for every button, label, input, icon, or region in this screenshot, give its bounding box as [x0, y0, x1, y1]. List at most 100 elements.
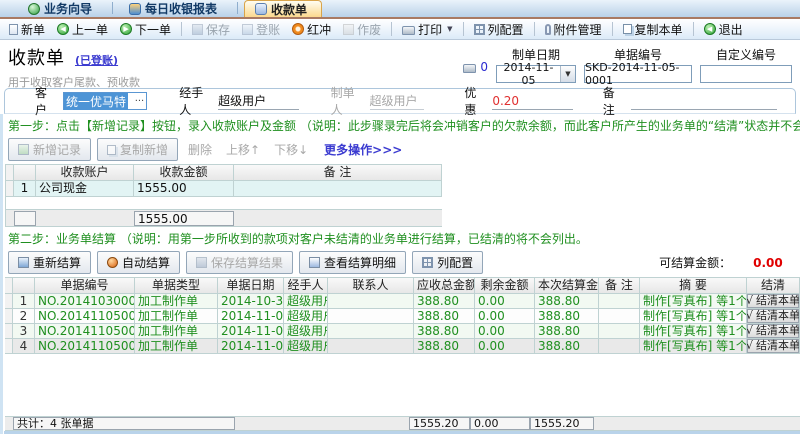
settle-amount-cell[interactable]: 388.80	[535, 339, 599, 354]
posted-status-link[interactable]: (已登账)	[75, 52, 118, 68]
tab-label: 收款单	[271, 2, 308, 17]
clear-cell: √ 结清本单	[747, 339, 800, 354]
remaining-cell: 0.00	[475, 309, 535, 324]
new-doc-button[interactable]: 新单	[4, 20, 50, 39]
toolbar-separator	[181, 22, 183, 36]
print-count-button[interactable]: 0	[463, 60, 488, 74]
custom-number-field[interactable]	[700, 65, 792, 83]
table-row[interactable]: 2 NO.201411050001 加工制作单 2014-11-05 超级用户 …	[5, 309, 800, 324]
save-icon	[196, 257, 208, 268]
auto-settle-button[interactable]: 自动结算	[97, 251, 181, 274]
tab-daily-cash-report[interactable]: 每日收银报表	[119, 0, 231, 17]
grid-icon	[473, 23, 485, 35]
customer-field[interactable]: 统一优马特 ···	[62, 92, 148, 110]
settle-amount-cell[interactable]: 388.80	[535, 309, 599, 324]
recalculate-button[interactable]: 重新结算	[8, 251, 92, 274]
globe-icon	[28, 2, 40, 15]
exit-button[interactable]: ◀ 退出	[699, 20, 748, 39]
post-ledger-button[interactable]: 登账	[237, 20, 285, 39]
table-row[interactable]: 4 NO.201411050003 加工制作单 2014-11-05 超级用户 …	[5, 339, 800, 354]
delete-button[interactable]: 删除	[184, 139, 216, 160]
settle-clear-button[interactable]: √ 结清本单	[747, 309, 799, 323]
save-settlement-button[interactable]: 保存结算结果	[186, 251, 294, 274]
copy-add-button[interactable]: 复制新增	[97, 138, 179, 161]
toolbar-separator	[533, 22, 535, 36]
remark-header: 备 注	[599, 278, 640, 294]
post-ledger-label: 登账	[256, 22, 281, 37]
settle-amount-cell[interactable]: 388.80	[535, 324, 599, 339]
void-label: 作废	[357, 22, 382, 37]
table-row[interactable]: 3 NO.201411050002 加工制作单 2014-11-05 超级用户 …	[5, 324, 800, 339]
tab-receipt[interactable]: 收款单	[244, 0, 323, 17]
void-button[interactable]: 作废	[338, 20, 386, 39]
row-number-cell: 1	[14, 181, 36, 197]
table-row[interactable]: 1 公司现金 1555.00	[6, 181, 442, 197]
next-doc-button[interactable]: ▶ 下一单	[115, 20, 176, 39]
attachments-button[interactable]: 附件管理	[540, 20, 607, 39]
plus-icon	[18, 144, 29, 155]
doc-number-field[interactable]: SKD-2014-11-05-0001	[584, 61, 692, 87]
total-due-sum: 1555.20	[409, 417, 470, 430]
customer-label: 客户	[35, 86, 48, 117]
settle-clear-button[interactable]: √ 结清本单	[747, 339, 799, 353]
summary-cell: 制作[写真布] 等1个项目	[640, 309, 747, 324]
print-button[interactable]: 打印 ▼	[397, 20, 457, 39]
settle-clear-label: 结清本单	[756, 294, 800, 307]
browse-ellipsis-button[interactable]: ···	[135, 96, 147, 107]
total-row-edge	[14, 210, 36, 226]
attachments-label: 附件管理	[553, 22, 602, 37]
settlement-documents-table: 单据编号 单据类型 单据日期 经手人 联系人 应收总金额 剩余金额 本次结算金额…	[5, 277, 800, 431]
chevron-down-icon[interactable]: ▼	[560, 66, 575, 82]
settle-amount-cell[interactable]: 388.80	[535, 294, 599, 309]
discount-field[interactable]: 0.20	[492, 93, 573, 110]
step1-instructions: 第一步：点击【新增记录】按钮，录入收款账户及金额 （说明：此步骤录完后将会冲销客…	[8, 119, 800, 133]
prev-doc-button[interactable]: ◀ 上一单	[52, 20, 113, 39]
table-row[interactable]: 1 NO.201410300002 加工制作单 2014-10-30 超级用户 …	[5, 294, 800, 309]
page-title: 收款单	[8, 48, 65, 69]
remark-cell	[599, 324, 640, 339]
handler-cell: 超级用户	[284, 339, 328, 354]
table-header-row: 单据编号 单据类型 单据日期 经手人 联系人 应收总金额 剩余金额 本次结算金额…	[5, 278, 800, 294]
row-number-cell: 2	[13, 309, 35, 324]
save-settlement-label: 保存结算结果	[211, 256, 284, 270]
contact-cell	[328, 309, 414, 324]
copy-doc-button[interactable]: 复制本单	[618, 20, 688, 39]
check-icon: √	[747, 339, 753, 353]
remark-field[interactable]	[630, 93, 777, 110]
red-ink-icon	[292, 23, 305, 35]
settle-clear-label: 结清本单	[756, 309, 800, 322]
row-edge	[5, 278, 13, 294]
move-up-button[interactable]: 上移↑	[222, 139, 264, 160]
column-config-button[interactable]: 列配置	[469, 20, 529, 39]
more-actions-link[interactable]: 更多操作>>>	[324, 141, 402, 158]
contact-cell	[328, 339, 414, 354]
view-settlement-detail-button[interactable]: 查看结算明细	[299, 251, 407, 274]
tab-separator	[112, 2, 114, 14]
column-config-button-2[interactable]: 列配置	[412, 251, 484, 274]
move-down-button[interactable]: 下移↓	[270, 139, 312, 160]
exit-icon: ◀	[703, 23, 716, 35]
date-field[interactable]: 2014-11-05 ▼	[496, 61, 576, 87]
next-doc-label: 下一单	[135, 22, 172, 37]
tab-business-wizard[interactable]: 业务向导	[18, 0, 106, 17]
remaining-cell: 0.00	[475, 339, 535, 354]
main-area: 第一步：点击【新增记录】按钮，录入收款账户及金额 （说明：此步骤录完后将会冲销客…	[0, 114, 800, 434]
remark-cell	[599, 309, 640, 324]
clear-cell: √ 结清本单	[747, 294, 800, 309]
red-ink-reverse-button[interactable]: 红冲	[287, 20, 336, 39]
tab-label: 每日收银报表	[145, 2, 218, 16]
add-record-button[interactable]: 新增记录	[8, 138, 92, 161]
contact-cell	[328, 324, 414, 339]
handler-field[interactable]: 超级用户	[218, 93, 299, 110]
remark-cell	[234, 181, 442, 197]
save-button[interactable]: 保存	[187, 20, 235, 39]
add-record-label: 新增记录	[33, 143, 82, 157]
remaining-header: 剩余金额	[475, 278, 535, 294]
doc-date-cell: 2014-11-05	[218, 309, 284, 324]
settle-clear-button[interactable]: √ 结清本单	[747, 324, 799, 338]
tab-separator	[237, 2, 239, 14]
settle-clear-button[interactable]: √ 结清本单	[747, 294, 799, 308]
printer-icon	[463, 63, 477, 73]
doc-type-header: 单据类型	[135, 278, 218, 294]
printer-icon	[402, 25, 416, 35]
